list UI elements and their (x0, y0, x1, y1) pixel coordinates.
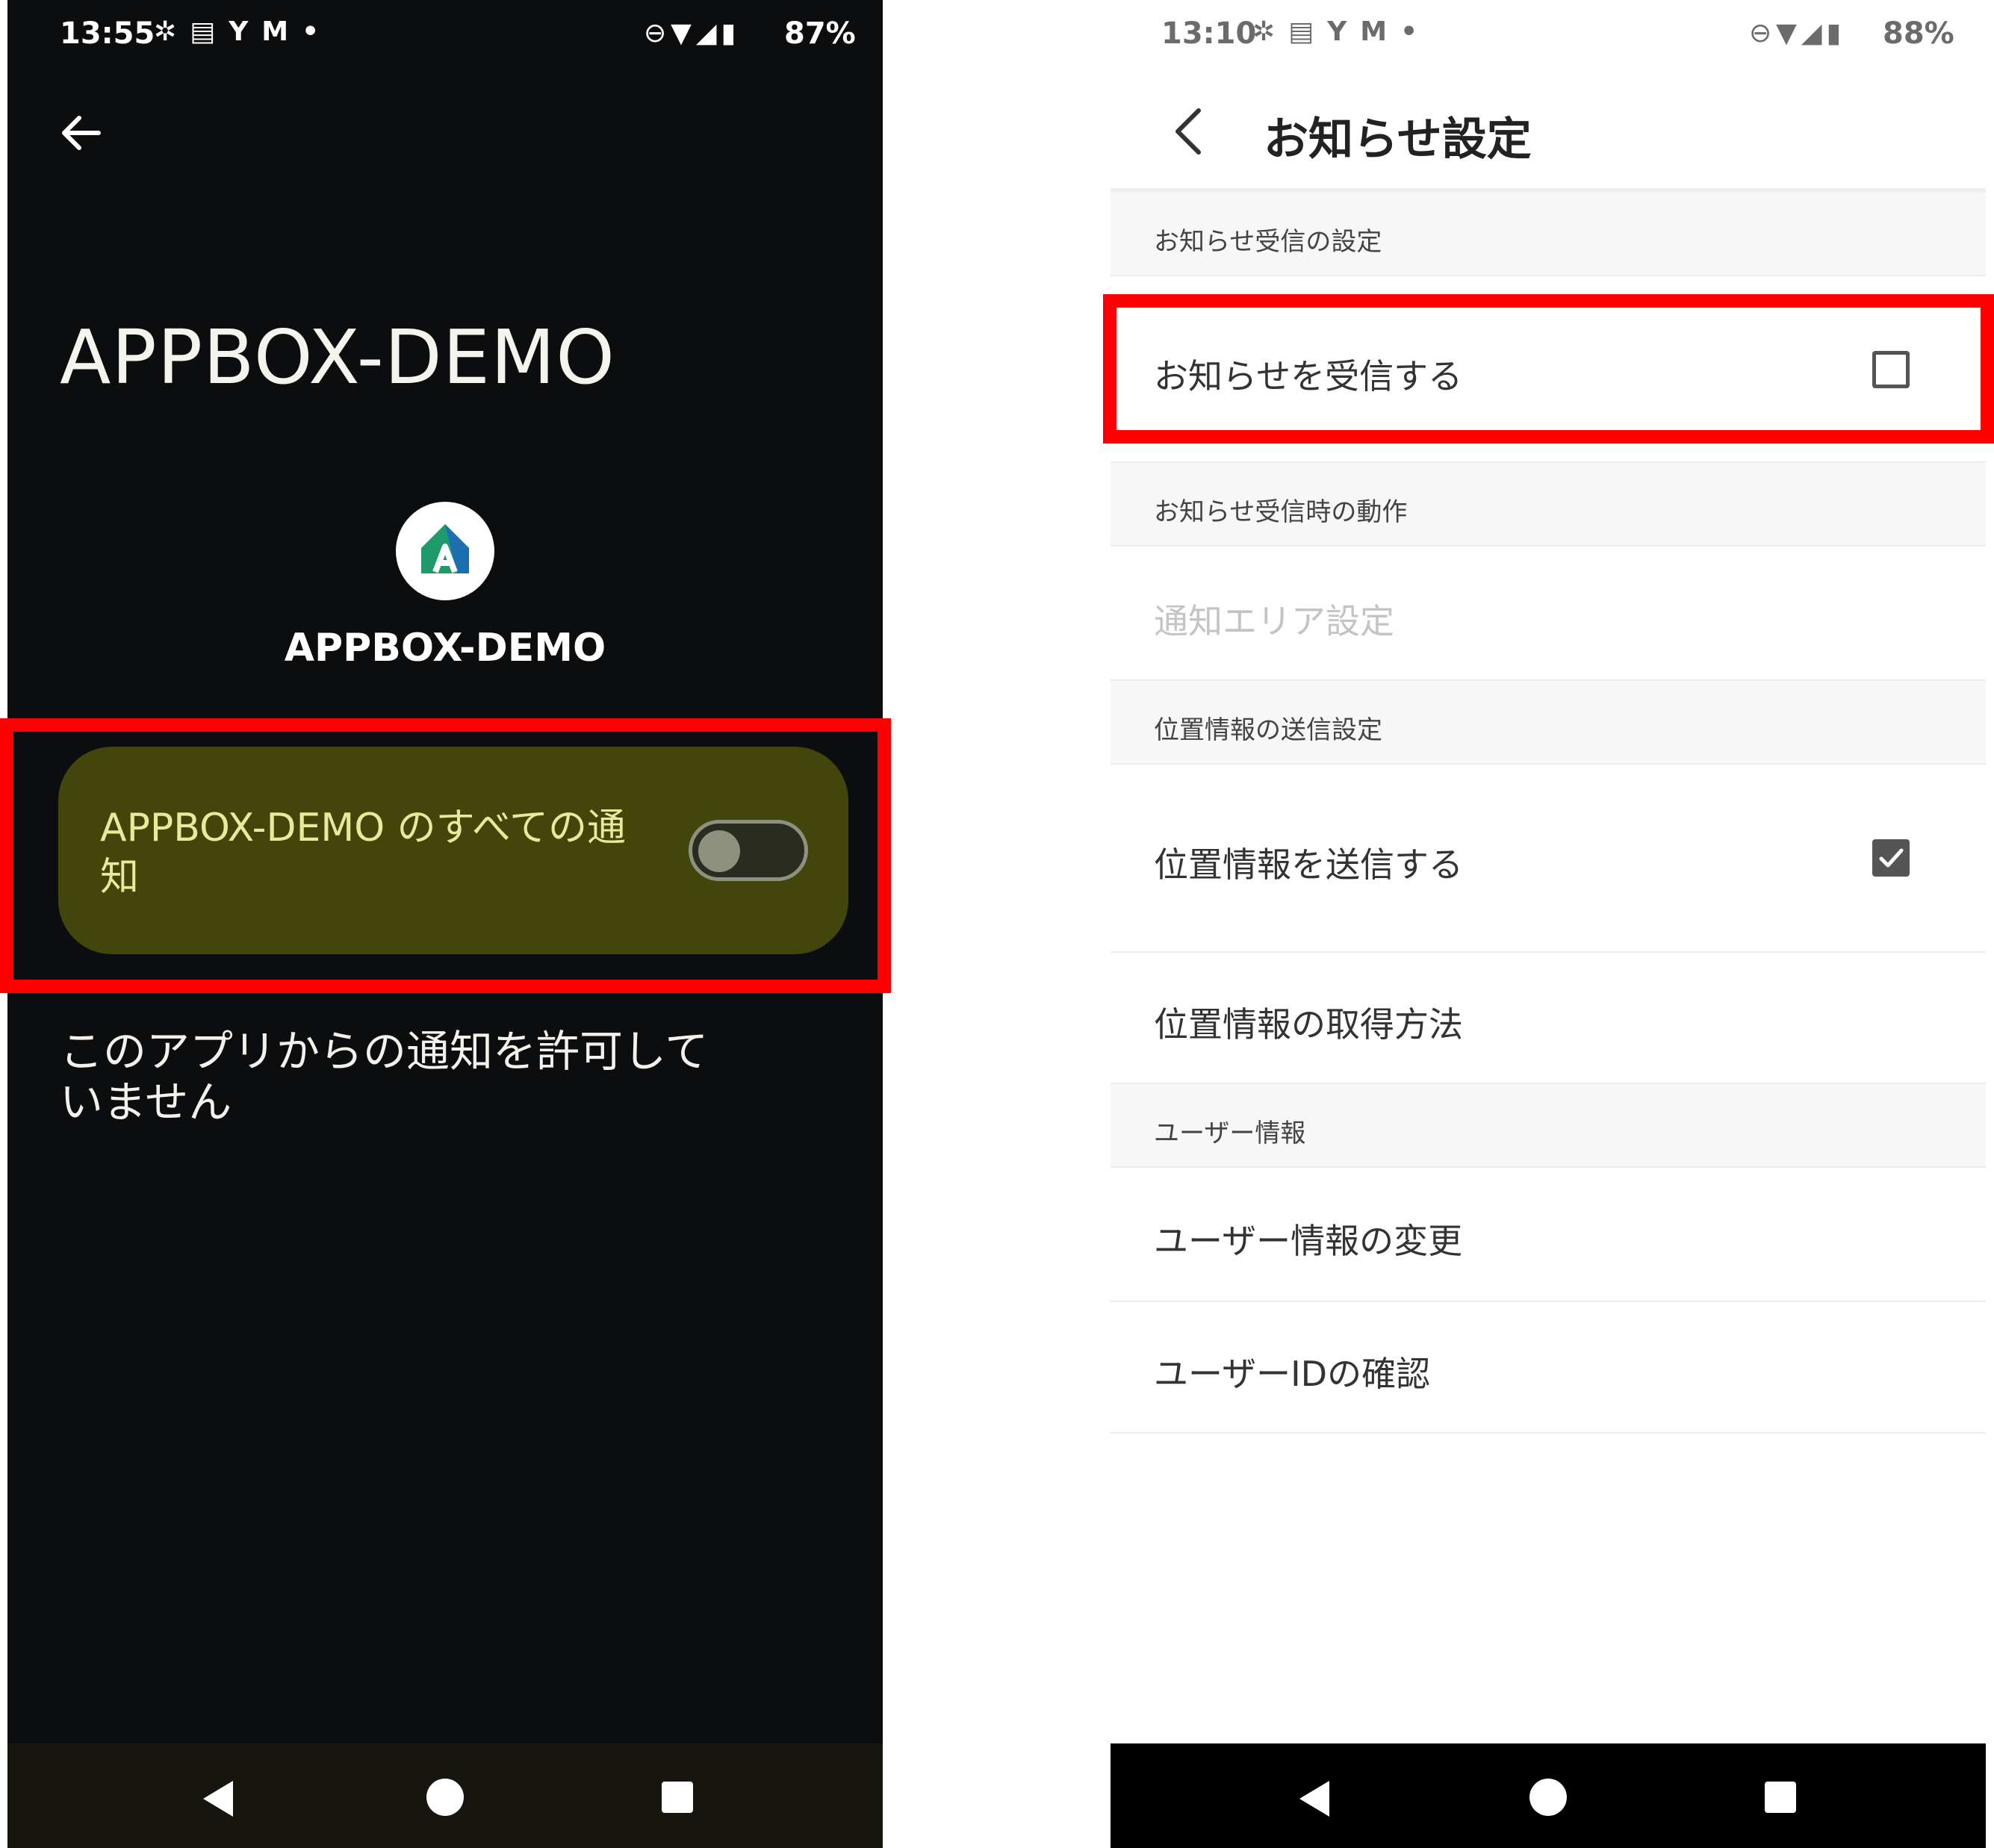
nav-recents-icon[interactable] (1765, 1782, 1796, 1813)
section-header: お知らせ受信時の動作 (1111, 463, 1986, 547)
nav-home-icon[interactable] (1529, 1779, 1567, 1816)
battery-icon: ▮ (721, 18, 741, 49)
mail-icon: M (261, 16, 302, 47)
section-header-label: お知らせ受信時の動作 (1154, 497, 1408, 527)
mail-icon: M (1360, 16, 1401, 47)
dnd-icon: ⊖ (644, 18, 671, 49)
app-name: APPBOX-DEMO (284, 626, 606, 671)
send-location-label: 位置情報を送信する (1154, 844, 1463, 885)
status-battery: 88% (1883, 16, 1954, 51)
highlight-box (1103, 294, 1994, 444)
notification-icons: ✲▤YM• (1252, 16, 1431, 47)
slack-icon: ✲ (1252, 16, 1289, 47)
clipboard-icon: ▤ (190, 16, 229, 47)
send-location-checkbox[interactable] (1872, 839, 1910, 877)
status-time: 13:10 (1161, 16, 1257, 51)
system-icons: ⊖▼◢▮ (644, 18, 740, 49)
signal-icon: ◢ (1801, 18, 1827, 49)
section-header-label: お知らせ受信の設定 (1154, 227, 1382, 257)
arrow-left-icon[interactable] (45, 97, 119, 172)
wifi-icon: ▼ (671, 18, 696, 49)
chevron-left-icon[interactable] (1155, 97, 1223, 164)
send-location-row[interactable]: 位置情報を送信する (1111, 765, 1986, 953)
section-header-label: 位置情報の送信設定 (1154, 715, 1382, 745)
confirm-user-id-row[interactable]: ユーザーIDの確認 (1111, 1302, 1986, 1434)
signal-icon: ◢ (695, 18, 721, 49)
dot-icon: • (1400, 16, 1432, 47)
slack-icon: ✲ (154, 16, 190, 47)
confirm-user-id-label: ユーザーIDの確認 (1154, 1354, 1431, 1394)
nav-back-icon[interactable] (203, 1781, 233, 1817)
checkmark-icon (1879, 848, 1904, 868)
nav-home-icon[interactable] (426, 1779, 464, 1816)
status-bar: 13:55 ✲▤YM• ⊖▼◢▮ 87% (7, 0, 883, 75)
location-method-row[interactable]: 位置情報の取得方法 (1111, 953, 1986, 1084)
system-icons: ⊖▼◢▮ (1749, 18, 1845, 49)
status-time: 13:55 (60, 16, 155, 51)
location-method-label: 位置情報の取得方法 (1154, 1004, 1463, 1045)
wifi-icon: ▼ (1776, 18, 1801, 49)
page-title: APPBOX-DEMO (60, 314, 615, 401)
change-user-info-label: ユーザー情報の変更 (1154, 1221, 1463, 1261)
status-battery: 87% (784, 16, 856, 51)
dot-icon: • (302, 16, 333, 47)
notification-area-setting-row[interactable]: 通知エリア設定 (1111, 547, 1986, 681)
notification-icons: ✲▤YM• (154, 16, 332, 47)
app-notice-settings-screen: 13:10 ✲▤YM• ⊖▼◢▮ 88% お知らせ設定 お知らせ受信の設定 お知… (1111, 0, 1986, 1848)
clipboard-icon: ▤ (1288, 16, 1328, 47)
section-header: 位置情報の送信設定 (1111, 681, 1986, 765)
nav-back-icon[interactable] (1299, 1781, 1329, 1817)
change-user-info-row[interactable]: ユーザー情報の変更 (1111, 1168, 1986, 1302)
notification-area-setting-label: 通知エリア設定 (1154, 601, 1394, 641)
status-bar: 13:10 ✲▤YM• ⊖▼◢▮ 88% (1111, 0, 1986, 75)
notifications-blocked-text: このアプリからの通知を許可していません (60, 1026, 709, 1127)
section-header: ユーザー情報 (1111, 1084, 1986, 1168)
nav-recents-icon[interactable] (662, 1782, 693, 1813)
section-header: お知らせ受信の設定 (1111, 193, 1986, 276)
dnd-icon: ⊖ (1749, 18, 1777, 49)
battery-icon: ▮ (1826, 18, 1846, 49)
yahoo-icon: Y (229, 16, 262, 47)
yahoo-icon: Y (1327, 16, 1361, 47)
section-header-label: ユーザー情報 (1154, 1119, 1306, 1148)
highlight-box (0, 718, 891, 993)
page-title: お知らせ設定 (1264, 113, 1532, 166)
app-logo-icon (396, 502, 494, 600)
